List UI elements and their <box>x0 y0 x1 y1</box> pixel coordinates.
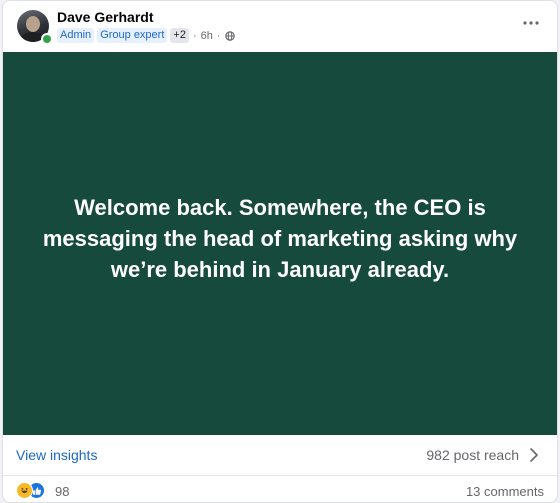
reaction-count[interactable]: 98 <box>55 484 69 499</box>
badge-admin[interactable]: Admin <box>57 28 95 43</box>
more-options-button[interactable] <box>519 13 543 33</box>
post-text: Welcome back. Somewhere, the CEO is mess… <box>42 195 518 282</box>
reactions-row: 98 13 comments <box>3 477 557 502</box>
post-text-background[interactable]: Welcome back. Somewhere, the CEO is mess… <box>3 52 557 435</box>
comments-count[interactable]: 13 comments <box>466 484 544 499</box>
badge-more[interactable]: +2 <box>170 28 189 43</box>
page: Dave Gerhardt Admin Group expert +2 · 6h… <box>0 0 560 503</box>
post-time[interactable]: 6h <box>201 30 213 42</box>
online-status-icon <box>41 33 53 45</box>
reaction-icons[interactable] <box>16 482 50 499</box>
post-card: Dave Gerhardt Admin Group expert +2 · 6h… <box>2 0 558 503</box>
avatar-face <box>26 16 40 32</box>
globe-icon <box>224 30 235 41</box>
post-header: Dave Gerhardt Admin Group expert +2 · 6h… <box>3 1 557 51</box>
badge-group-expert[interactable]: Group expert <box>97 28 168 43</box>
meta-separator: · <box>192 29 197 42</box>
haha-reaction-icon <box>16 482 33 499</box>
meta-separator-2: · <box>216 29 221 42</box>
post-reach[interactable]: 982 post reach <box>426 447 519 463</box>
post-meta: Admin Group expert +2 · 6h · <box>57 28 235 43</box>
author-name[interactable]: Dave Gerhardt <box>57 9 153 25</box>
more-horizontal-icon <box>523 21 539 25</box>
view-insights-link[interactable]: View insights <box>16 447 97 463</box>
chevron-right-icon[interactable] <box>527 446 541 464</box>
insights-row: View insights 982 post reach <box>3 435 557 476</box>
